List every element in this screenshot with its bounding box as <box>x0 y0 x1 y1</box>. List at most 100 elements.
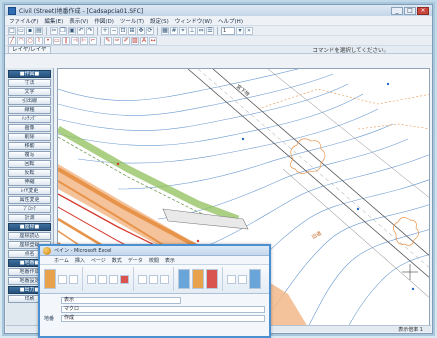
menu-edit[interactable]: 編集(E) <box>44 17 63 25</box>
paste-icon[interactable]: ▣ <box>68 26 76 35</box>
cmd-coord-load[interactable]: 座標読込 <box>8 232 51 240</box>
menu-draw[interactable]: 作図(D) <box>94 17 114 25</box>
cut-icon[interactable] <box>58 274 67 284</box>
pan-icon[interactable]: ✥ <box>137 26 145 35</box>
tab-data[interactable]: データ <box>128 257 143 264</box>
office-button-icon[interactable] <box>43 246 51 255</box>
cmd-text[interactable]: 文字 <box>8 88 51 96</box>
font-color-icon[interactable] <box>120 274 129 284</box>
cmd-linetype[interactable]: 線種 <box>8 106 51 114</box>
conditional-format-icon[interactable] <box>178 269 190 289</box>
polyline-tool-icon[interactable]: ⌇ <box>35 36 43 45</box>
pen-tool-icon[interactable]: ✑ <box>113 36 121 45</box>
row-field[interactable]: 表示 <box>61 297 181 304</box>
open-folder-icon[interactable]: ▭ <box>17 26 25 35</box>
cmd-block[interactable]: ﾌﾞﾛｯｸ <box>8 205 51 213</box>
fillet-tool-icon[interactable]: ⌐ <box>89 36 97 45</box>
cmd-image[interactable]: 画像 <box>8 124 51 132</box>
rect-tool-icon[interactable]: ▭ <box>53 36 61 45</box>
sort-filter-icon[interactable] <box>249 269 261 289</box>
menu-help[interactable]: ヘルプ(H) <box>218 17 243 25</box>
zoom-out-icon[interactable]: − <box>110 26 118 35</box>
extra-icon[interactable]: » <box>245 26 253 35</box>
tab-insert[interactable]: 挿入 <box>75 257 85 264</box>
delete-cell-icon[interactable] <box>238 274 247 284</box>
cut-icon[interactable]: ✂ <box>50 26 58 35</box>
menu-settings[interactable]: 設定(S) <box>150 17 169 25</box>
hatch-tool-icon[interactable]: ▨ <box>131 36 139 45</box>
cmd-copy[interactable]: 複写 <box>8 151 51 159</box>
popup-title-bar: ペイン - Microsoft Excel <box>40 246 269 256</box>
copy-icon[interactable] <box>69 274 78 284</box>
topo-label: 宮下地 <box>235 83 251 98</box>
tab-home[interactable]: ホーム <box>54 257 69 264</box>
text-tool-icon[interactable]: A <box>140 36 148 45</box>
minimize-button[interactable]: _ <box>391 6 403 15</box>
scale-field[interactable]: 1 <box>221 26 235 35</box>
row-field[interactable]: マクロ <box>61 306 265 313</box>
cmd-leader[interactable]: 引出線 <box>8 97 51 105</box>
cmd-mirror[interactable]: 反転 <box>8 169 51 177</box>
snap-icon[interactable]: ⌖ <box>179 26 187 35</box>
measure-icon[interactable]: ⇔ <box>197 26 205 35</box>
offset-tool-icon[interactable]: ∥ <box>62 36 70 45</box>
tab-review[interactable]: 校閲 <box>149 257 159 264</box>
row-field[interactable]: 作成 <box>61 315 265 322</box>
zoom-window-icon[interactable]: ⊡ <box>119 26 127 35</box>
menu-view[interactable]: 表示(V) <box>69 17 88 25</box>
redraw-icon[interactable]: ⟳ <box>146 26 154 35</box>
dimension-tool-icon[interactable]: ↔ <box>149 36 157 45</box>
align-right-icon[interactable] <box>160 274 169 284</box>
cmd-stretch[interactable]: 伸縮 <box>8 178 51 186</box>
table-format-icon[interactable] <box>192 269 204 289</box>
tab-formulas[interactable]: 数式 <box>112 257 122 264</box>
panel-header-coords: ■座標■ <box>8 223 51 231</box>
maximize-button[interactable]: □ <box>404 6 416 15</box>
save-icon[interactable]: ▪ <box>26 26 34 35</box>
cmd-measure[interactable]: 計測 <box>8 214 51 222</box>
cmd-attribute-change[interactable]: 属性変更 <box>8 196 51 204</box>
ribbon-separator <box>173 267 174 291</box>
align-left-icon[interactable] <box>138 274 147 284</box>
point-tool-icon[interactable]: • <box>44 36 52 45</box>
align-center-icon[interactable] <box>149 274 158 284</box>
bold-icon[interactable] <box>87 274 96 284</box>
grid-icon[interactable]: # <box>170 26 178 35</box>
cmd-hatching[interactable]: ﾊｯﾁﾝｸﾞ <box>8 115 51 123</box>
tab-view[interactable]: 表示 <box>165 257 175 264</box>
cmd-rotate[interactable]: 回転 <box>8 160 51 168</box>
print-icon[interactable]: ▤ <box>35 26 43 35</box>
cmd-dimension[interactable]: 寸法 <box>8 79 51 87</box>
brush-tool-icon[interactable]: ✐ <box>122 36 130 45</box>
layer-icon[interactable]: ▦ <box>161 26 169 35</box>
zoom-all-icon[interactable]: ⊞ <box>128 26 136 35</box>
dropdown-icon[interactable]: ▾ <box>236 26 244 35</box>
redo-icon[interactable]: ↷ <box>86 26 94 35</box>
zoom-in-icon[interactable]: + <box>101 26 109 35</box>
arc-tool-icon[interactable]: ◠ <box>17 36 25 45</box>
copy-icon[interactable]: ❐ <box>59 26 67 35</box>
underline-icon[interactable] <box>109 274 118 284</box>
cmd-move[interactable]: 移動 <box>8 142 51 150</box>
trim-tool-icon[interactable]: ⊣ <box>71 36 79 45</box>
circle-tool-icon[interactable]: ○ <box>26 36 34 45</box>
tab-page[interactable]: ページ <box>91 257 106 264</box>
italic-icon[interactable] <box>98 274 107 284</box>
new-file-icon[interactable]: □ <box>8 26 16 35</box>
cmd-layer-change[interactable]: ﾚｲﾔ変更 <box>8 187 51 195</box>
menu-file[interactable]: ファイル(F) <box>9 17 38 25</box>
properties-icon[interactable]: ☰ <box>206 26 214 35</box>
menu-window[interactable]: ウィンドウ(W) <box>175 17 212 25</box>
layer-tab[interactable]: レイヤ/レイヤ <box>8 45 51 54</box>
menu-tools[interactable]: ツール(T) <box>120 17 144 25</box>
extend-tool-icon[interactable]: ⊢ <box>80 36 88 45</box>
cmd-delete[interactable]: 削除 <box>8 133 51 141</box>
ortho-icon[interactable]: ⊥ <box>188 26 196 35</box>
insert-cell-icon[interactable] <box>227 274 236 284</box>
cell-style-icon[interactable] <box>206 269 218 289</box>
paste-icon[interactable] <box>44 269 56 289</box>
pencil-tool-icon[interactable]: ✎ <box>104 36 112 45</box>
close-button[interactable]: × <box>417 6 429 15</box>
line-tool-icon[interactable]: ╱ <box>8 36 16 45</box>
undo-icon[interactable]: ↶ <box>77 26 85 35</box>
